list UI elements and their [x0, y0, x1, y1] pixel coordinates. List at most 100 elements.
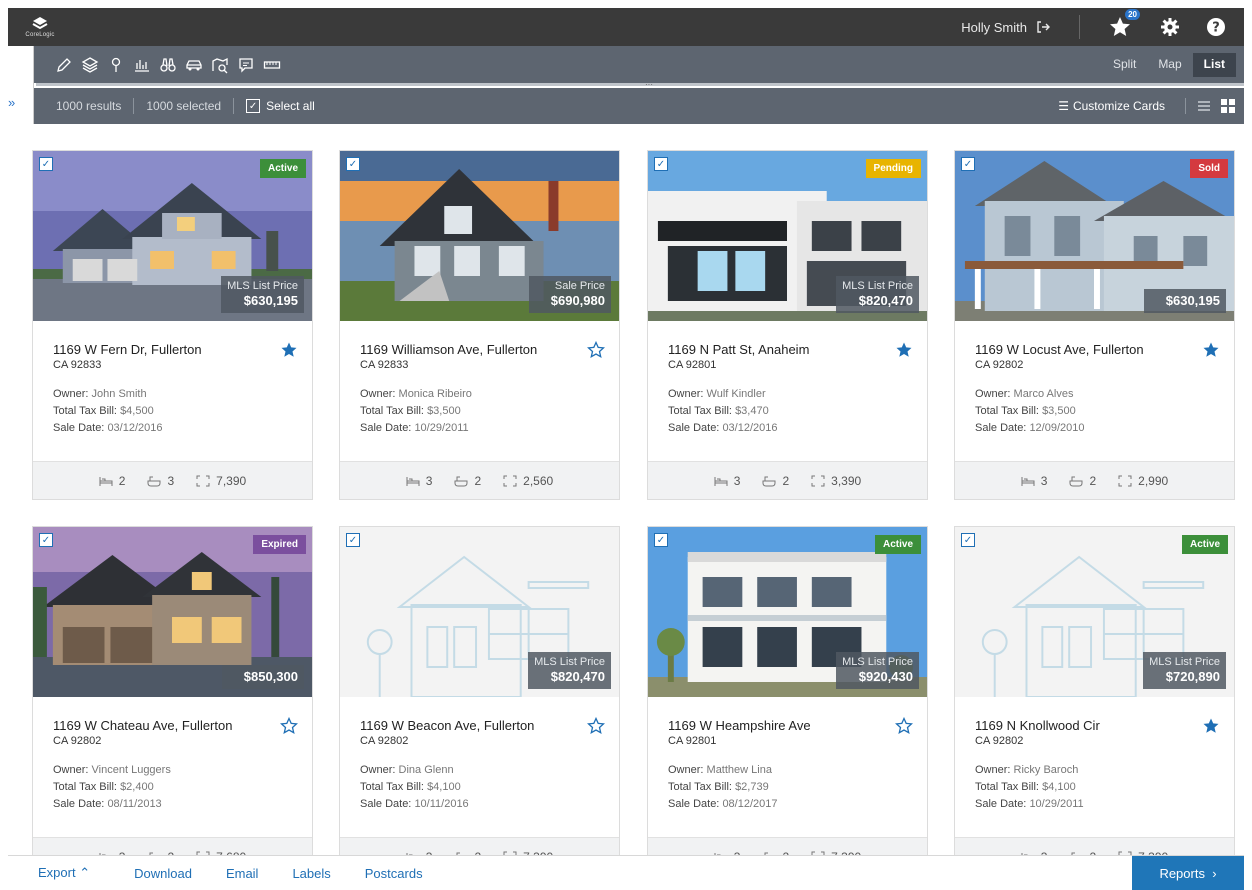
property-card[interactable]: ✓ Sold $630,195 1169 W Locust Ave, Fulle…	[954, 150, 1235, 500]
bath-icon	[454, 476, 468, 486]
property-card[interactable]: ✓ Active MLS List Price $720,890 1169 N …	[954, 526, 1235, 876]
expand-sidebar-icon[interactable]: »	[8, 95, 15, 110]
price-label: MLS List Price	[1149, 656, 1220, 668]
export-button[interactable]: Export ⌃	[38, 865, 90, 881]
favorite-star-icon[interactable]	[280, 717, 298, 735]
area-icon	[503, 475, 517, 486]
postcards-button[interactable]: Postcards	[365, 866, 423, 881]
property-card[interactable]: ✓ MLS List Price $820,470 1169 W Beacon …	[339, 526, 620, 876]
card-stats: 3 2 3,390	[648, 461, 927, 499]
price-box: Sale Price $690,980	[529, 276, 611, 313]
chart-tool[interactable]	[130, 53, 154, 77]
select-all-checkbox[interactable]: ✓ Select all	[246, 99, 315, 113]
owner-value: Marco Alves	[1013, 388, 1074, 400]
card-checkbox[interactable]: ✓	[39, 157, 53, 171]
favorites-button[interactable]: 20	[1108, 9, 1140, 39]
property-card[interactable]: ✓ Active MLS List Price $630,195 1169 W …	[32, 150, 313, 500]
owner-label: Owner:	[975, 764, 1011, 776]
labels-button[interactable]: Labels	[292, 866, 330, 881]
drag-handle[interactable]: ···	[645, 81, 653, 89]
tax-label: Total Tax Bill:	[53, 405, 117, 417]
property-photo[interactable]: ✓ Active MLS List Price $920,430	[648, 527, 927, 697]
property-photo[interactable]: ✓ MLS List Price $820,470	[340, 527, 619, 697]
selected-count: 1000 selected	[146, 99, 222, 113]
ruler-tool[interactable]	[260, 53, 284, 77]
card-checkbox[interactable]: ✓	[961, 533, 975, 547]
favorite-star-icon[interactable]	[587, 717, 605, 735]
email-button[interactable]: Email	[226, 866, 259, 881]
bed-icon	[1021, 476, 1035, 486]
split-divider[interactable]	[36, 83, 1244, 86]
view-split[interactable]: Split	[1102, 53, 1147, 77]
sqft-stat: 7,390	[196, 474, 246, 488]
property-photo[interactable]: ✓ Sold $630,195	[955, 151, 1234, 321]
sale-date-value: 08/11/2013	[107, 798, 162, 810]
property-address[interactable]: 1169 W Beacon Ave, Fullerton	[360, 717, 599, 734]
property-photo[interactable]: ✓ Sale Price $690,980	[340, 151, 619, 321]
sale-date-value: 10/29/2011	[414, 422, 469, 434]
favorite-star-icon[interactable]	[1202, 341, 1220, 359]
favorite-star-icon[interactable]	[587, 341, 605, 359]
card-checkbox[interactable]: ✓	[654, 533, 668, 547]
property-zip: CA 92802	[360, 735, 409, 747]
grid-view-icon[interactable]	[1220, 98, 1236, 114]
price-value: $850,300	[243, 669, 298, 684]
select-all-label: Select all	[266, 99, 315, 113]
favorite-star-icon[interactable]	[895, 341, 913, 359]
beds-value: 3	[1040, 473, 1048, 488]
favorite-star-icon[interactable]	[1202, 717, 1220, 735]
gear-icon[interactable]	[1160, 17, 1180, 37]
property-photo[interactable]: ✓ Active MLS List Price $630,195	[33, 151, 312, 321]
property-card[interactable]: ✓ Expired $850,300 1169 W Chateau Ave, F…	[32, 526, 313, 876]
property-photo[interactable]: ✓ Pending MLS List Price $820,470	[648, 151, 927, 321]
baths-stat: 2	[1069, 474, 1096, 488]
baths-value: 2	[474, 473, 482, 488]
tax-value: $4,500	[120, 405, 154, 417]
card-checkbox[interactable]: ✓	[346, 157, 360, 171]
corelogic-logo[interactable]: CoreLogic	[14, 8, 66, 46]
binoculars-tool[interactable]	[156, 53, 180, 77]
logout-icon[interactable]	[1035, 19, 1051, 35]
tax-value: $2,739	[735, 781, 769, 793]
favorite-star-icon[interactable]	[280, 341, 298, 359]
property-address[interactable]: 1169 W Chateau Ave, Fullerton	[53, 717, 292, 734]
map-search-tool[interactable]	[208, 53, 232, 77]
favorite-star-icon[interactable]	[895, 717, 913, 735]
view-map[interactable]: Map	[1147, 53, 1192, 77]
property-address[interactable]: 1169 W Fern Dr, Fullerton	[53, 341, 292, 358]
user-name[interactable]: Holly Smith	[961, 20, 1027, 35]
status-badge: Active	[874, 535, 921, 554]
help-icon[interactable]: ?	[1206, 17, 1226, 37]
property-address[interactable]: 1169 N Patt St, Anaheim	[668, 341, 907, 358]
view-list[interactable]: List	[1192, 53, 1236, 77]
list-view-icon[interactable]	[1196, 98, 1212, 114]
owner-label: Owner:	[668, 764, 704, 776]
layers-tool[interactable]	[78, 53, 102, 77]
sale-date-value: 03/12/2016	[107, 422, 163, 434]
card-checkbox[interactable]: ✓	[654, 157, 668, 171]
property-photo[interactable]: ✓ Expired $850,300	[33, 527, 312, 697]
download-button[interactable]: Download	[134, 866, 192, 881]
comment-tool[interactable]	[234, 53, 258, 77]
card-checkbox[interactable]: ✓	[961, 157, 975, 171]
layers-icon	[81, 57, 99, 73]
car-tool[interactable]	[182, 53, 206, 77]
property-card[interactable]: ✓ Active MLS List Price $920,430 1169 W …	[647, 526, 928, 876]
customize-cards-label: Customize Cards	[1072, 99, 1165, 113]
property-address[interactable]: 1169 W Heampshire Ave	[668, 717, 907, 734]
property-photo[interactable]: ✓ Active MLS List Price $720,890	[955, 527, 1234, 697]
beds-stat: 3	[714, 474, 740, 488]
pencil-tool[interactable]	[52, 53, 76, 77]
property-card[interactable]: ✓ Sale Price $690,980 1169 Williamson Av…	[339, 150, 620, 500]
card-checkbox[interactable]: ✓	[346, 533, 360, 547]
reports-button[interactable]: Reports ›	[1132, 856, 1244, 890]
property-address[interactable]: 1169 W Locust Ave, Fullerton	[975, 341, 1214, 358]
property-card[interactable]: ✓ Pending MLS List Price $820,470 1169 N…	[647, 150, 928, 500]
beds-stat: 3	[1021, 473, 1048, 488]
pin-tool[interactable]	[104, 53, 128, 77]
chart-icon	[135, 60, 149, 72]
property-address[interactable]: 1169 Williamson Ave, Fullerton	[360, 341, 599, 358]
property-address[interactable]: 1169 N Knollwood Cir	[975, 717, 1214, 734]
card-checkbox[interactable]: ✓	[39, 533, 53, 547]
customize-cards-button[interactable]: ☰ Customize Cards	[1058, 99, 1165, 113]
